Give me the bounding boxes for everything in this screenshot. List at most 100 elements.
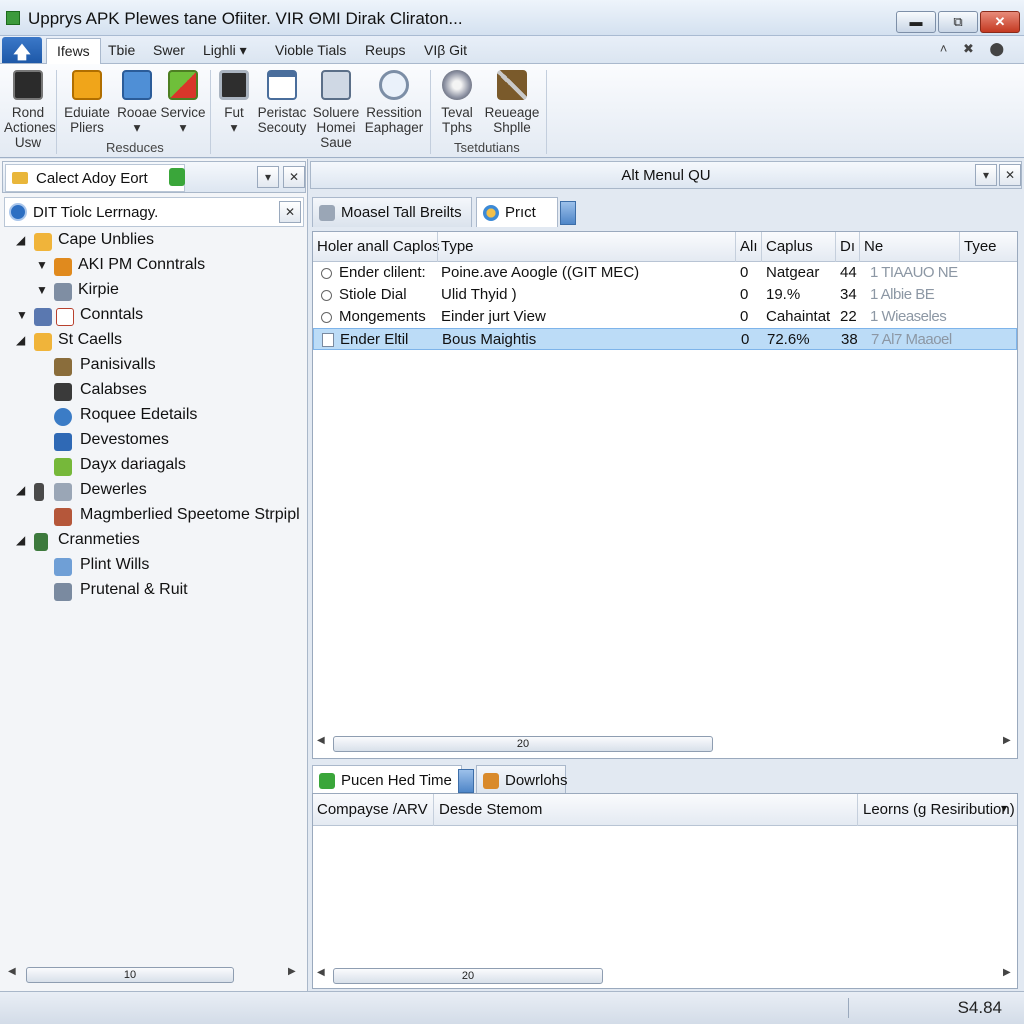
fut-button[interactable]: Fut ▾ [214, 70, 254, 135]
monitor-icon [219, 70, 249, 100]
tab-pucen-hed-time[interactable]: Pucen Hed Time [312, 765, 462, 795]
ribbon-tab-visible-tials[interactable]: Vioble Tials [275, 42, 346, 58]
tab-prict[interactable]: Prıct [476, 197, 558, 227]
column-separator[interactable] [437, 232, 438, 262]
tab-scroll-icon[interactable] [560, 201, 576, 225]
help-icon [54, 408, 72, 426]
column-separator[interactable] [835, 232, 836, 262]
rond-actions-button[interactable]: Rond Actiones Usw [4, 70, 56, 150]
ribbon-tab-home[interactable]: Ifews [46, 38, 101, 65]
tree-expander[interactable]: ◢ [16, 333, 25, 347]
left-horizontal-scrollbar[interactable]: ◀ 10 ▶ [4, 965, 302, 985]
right-panel-title: Alt Menul QU [621, 167, 711, 184]
gear-icon [54, 283, 72, 301]
minimize-icon: ▬ [909, 14, 923, 29]
tree-expander[interactable]: ◢ [16, 233, 25, 247]
table-row[interactable]: Stiole Dial Ulid Thyid ) 0 19.% 34 1 Alb… [313, 284, 1017, 306]
scroll-right-icon[interactable]: ▶ [288, 966, 296, 977]
minimize-button[interactable]: ▬ [896, 11, 936, 33]
file-menu-button[interactable]: 🡅 [2, 37, 42, 63]
column-separator[interactable] [761, 232, 762, 262]
grid-horizontal-scrollbar[interactable]: ◀ 20 ▶ [313, 734, 1017, 756]
table-row[interactable]: Ender clilent: Poine.ave Aoogle ((GIT ME… [313, 262, 1017, 284]
leaf-icon [54, 458, 72, 476]
ribbon-separator [546, 70, 547, 154]
globe-icon [483, 205, 499, 221]
scroll-left-icon[interactable]: ◀ [317, 735, 325, 746]
ribbon: Rond Actiones Usw Eduiate Pliers Rooae ▾… [0, 64, 1024, 158]
tree-expander[interactable]: ◢ [16, 533, 25, 547]
green-flag-icon [168, 70, 198, 100]
restore-button[interactable]: ⧉ [938, 11, 978, 33]
scroll-thumb[interactable]: 10 [26, 967, 234, 983]
column-separator[interactable] [433, 794, 434, 826]
tree-expander[interactable]: ◢ [16, 483, 25, 497]
column-header-ne[interactable]: Ne [864, 238, 883, 255]
close-button[interactable]: ✕ [980, 11, 1020, 33]
chevron-down-icon[interactable]: ▾ [1001, 801, 1007, 815]
scroll-thumb[interactable]: 20 [333, 968, 603, 984]
column-separator[interactable] [959, 232, 960, 262]
column-header-leorns[interactable]: Leorns (ɡ Resiribution) [863, 801, 1015, 818]
green-arrow-icon[interactable] [169, 168, 185, 186]
tab-moasel-tall-breilts[interactable]: Moasel Tall Breilts [312, 197, 472, 227]
ressition-button[interactable]: Ressition Eaphager [364, 70, 424, 135]
panel-pin-button[interactable]: ✕ [999, 164, 1021, 186]
orange-gear-icon [72, 70, 102, 100]
right-panel: Alt Menul QU ▾ ✕ Moasel Tall Breilts Prı… [308, 159, 1024, 991]
tree-expander[interactable]: ▼ [16, 308, 28, 322]
reueage-shplle-button[interactable]: Reueage Shplle [482, 70, 542, 135]
row-radio[interactable] [321, 290, 332, 301]
column-header-a[interactable]: Alı [740, 238, 758, 255]
scroll-left-icon[interactable]: ◀ [317, 967, 325, 978]
details-grid: Holer anall Caplos Type Alı Caplus Dı Ne… [312, 231, 1018, 759]
tree-expander[interactable]: ▼ [36, 258, 48, 272]
teval-tphs-button[interactable]: Teval Tphs [434, 70, 480, 135]
ribbon-tab-reups[interactable]: Reups [365, 42, 405, 58]
eduiate-pliers-button[interactable]: Eduiate Pliers [60, 70, 114, 135]
column-header-name[interactable]: Holer anall Caplos [317, 238, 440, 255]
rooae-button[interactable]: Rooae ▾ [116, 70, 158, 135]
soluere-home-button[interactable]: Soluere Homei Saue [310, 70, 362, 150]
status-bar: S4.84 [0, 991, 1024, 1024]
column-separator[interactable] [857, 794, 858, 826]
network-icon [321, 70, 351, 100]
magnifier-icon [379, 70, 409, 100]
table-row-selected[interactable]: Ender Eltil Bous Maightis 0 72.6% 38 7 A… [313, 328, 1017, 350]
peristac-security-button[interactable]: Peristac Secouty [256, 70, 308, 135]
close-icon: ✕ [284, 205, 296, 219]
scroll-right-icon[interactable]: ▶ [1003, 735, 1011, 746]
bottom-horizontal-scrollbar[interactable]: ◀ 20 ▶ [313, 966, 1017, 988]
column-header-compayse[interactable]: Compayse /ARV [317, 801, 428, 818]
ribbon-tab-git[interactable]: VIβ Git [424, 42, 467, 58]
table-row[interactable]: Mongements Einder jurt View 0 Cahaintat … [313, 306, 1017, 328]
ribbon-tab-swer[interactable]: Swer [153, 42, 185, 58]
service-button[interactable]: Service ▾ [160, 70, 206, 135]
panel-menu-button[interactable]: ▾ [975, 164, 997, 186]
column-separator[interactable] [735, 232, 736, 262]
tree-expander[interactable]: ▼ [36, 283, 48, 297]
right-panel-header: Alt Menul QU ▾ ✕ [310, 161, 1022, 189]
tab-scroll-icon[interactable] [458, 769, 474, 793]
column-header-type[interactable]: Type [441, 238, 474, 255]
column-header-d[interactable]: Dı [840, 238, 855, 255]
scroll-left-icon[interactable]: ◀ [8, 966, 16, 977]
row-radio[interactable] [321, 268, 332, 279]
tab-dowrlohs[interactable]: Dowrlohs [476, 765, 568, 795]
ribbon-tab-light[interactable]: Lighli ▾ [203, 42, 247, 59]
ribbon-controls[interactable]: ˄ ✖ ⬤ [940, 41, 1010, 57]
scroll-right-icon[interactable]: ▶ [1003, 967, 1011, 978]
column-separator[interactable] [859, 232, 860, 262]
chevron-down-icon: ▾ [982, 168, 990, 182]
column-header-tyee[interactable]: Tyee [964, 238, 997, 255]
subheader-close-button[interactable]: ✕ [279, 201, 301, 223]
panel-close-button[interactable]: ✕ [283, 166, 305, 188]
column-header-desde-stemom[interactable]: Desde Stemom [439, 801, 542, 818]
disc-icon [442, 70, 472, 100]
panel-menu-button[interactable]: ▾ [257, 166, 279, 188]
ribbon-tab-table[interactable]: Tbie [108, 42, 135, 58]
column-header-caplus[interactable]: Caplus [766, 238, 813, 255]
left-panel-tab[interactable]: Calect Adoy Eort [5, 164, 185, 192]
row-radio[interactable] [321, 312, 332, 323]
scroll-thumb[interactable]: 20 [333, 736, 713, 752]
